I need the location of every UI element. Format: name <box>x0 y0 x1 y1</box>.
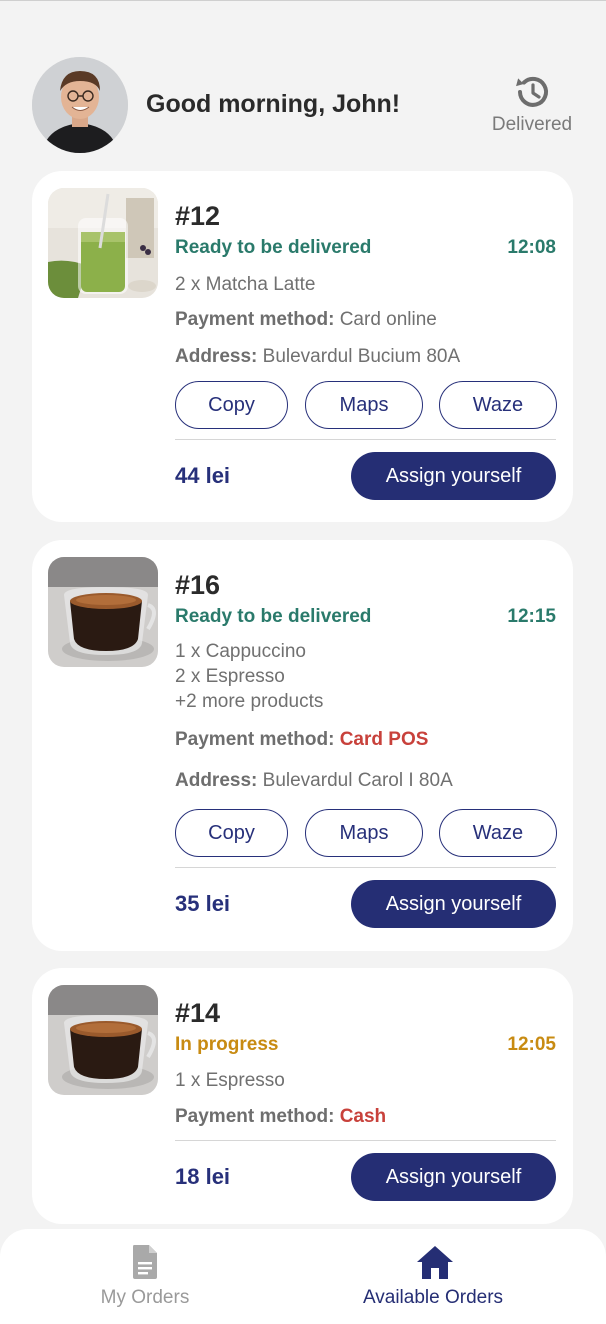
maps-button[interactable]: Maps <box>305 809 423 857</box>
greeting-text: Good morning, John! <box>146 90 401 118</box>
bottom-navigation: My Orders Available Orders <box>0 1229 606 1324</box>
divider <box>175 439 556 440</box>
payment-method: Payment method: Card online <box>175 309 437 331</box>
nav-my-orders-label: My Orders <box>100 1287 190 1308</box>
address: Address: Bulevardul Bucium 80A <box>175 346 460 368</box>
order-time: 12:15 <box>507 606 556 627</box>
nav-available-orders[interactable]: Available Orders <box>340 1229 526 1324</box>
home-icon <box>415 1243 453 1281</box>
order-price: 35 lei <box>175 891 231 916</box>
order-status: In progress <box>175 1034 279 1055</box>
document-icon <box>127 1243 163 1281</box>
payment-label: Payment method: <box>175 309 335 330</box>
address-value: Bulevardul Carol I 80A <box>262 770 453 791</box>
history-icon <box>512 72 552 112</box>
address-value: Bulevardul Bucium 80A <box>262 346 461 367</box>
address: Address: Bulevardul Carol I 80A <box>175 770 453 792</box>
payment-value: Card POS <box>339 729 429 750</box>
espresso-image <box>48 985 158 1095</box>
matcha-latte-image <box>48 188 158 298</box>
payment-value: Card online <box>339 309 437 330</box>
order-card[interactable]: #12 Ready to be delivered 12:08 2 x Matc… <box>32 171 573 522</box>
order-card[interactable]: #14 In progress 12:05 1 x Espresso Payme… <box>32 968 573 1224</box>
payment-method: Payment method: Card POS <box>175 729 428 751</box>
avatar[interactable] <box>32 57 128 153</box>
order-time: 12:05 <box>507 1034 556 1055</box>
order-item: 1 x Espresso <box>175 1070 285 1091</box>
order-id: #16 <box>175 570 221 600</box>
espresso-image <box>48 557 158 667</box>
divider <box>175 867 556 868</box>
order-status: Ready to be delivered <box>175 606 372 627</box>
order-status: Ready to be delivered <box>175 237 372 258</box>
order-items: 1 x Cappuccino 2 x Espresso +2 more prod… <box>175 639 323 714</box>
address-label: Address: <box>175 770 258 791</box>
assign-yourself-button[interactable]: Assign yourself <box>351 1153 556 1201</box>
copy-button[interactable]: Copy <box>175 809 288 857</box>
address-label: Address: <box>175 346 258 367</box>
nav-available-orders-label: Available Orders <box>362 1287 504 1308</box>
order-id: #14 <box>175 998 221 1028</box>
header: Good morning, John! Delivered <box>0 56 606 156</box>
payment-method: Payment method: Cash <box>175 1106 386 1128</box>
maps-button[interactable]: Maps <box>305 381 423 429</box>
order-item: 2 x Matcha Latte <box>175 274 316 295</box>
waze-button[interactable]: Waze <box>439 809 557 857</box>
order-price: 44 lei <box>175 463 231 488</box>
address-actions: Copy Maps Waze <box>175 381 557 429</box>
divider <box>175 1140 556 1141</box>
delivered-label: Delivered <box>491 114 573 135</box>
address-actions: Copy Maps Waze <box>175 809 557 857</box>
top-divider <box>0 0 606 1</box>
order-price: 18 lei <box>175 1164 231 1189</box>
copy-button[interactable]: Copy <box>175 381 288 429</box>
order-items: 1 x Espresso <box>175 1068 285 1093</box>
payment-label: Payment method: <box>175 729 335 750</box>
delivered-button[interactable]: Delivered <box>484 72 580 138</box>
nav-my-orders[interactable]: My Orders <box>70 1229 220 1324</box>
waze-button[interactable]: Waze <box>439 381 557 429</box>
assign-yourself-button[interactable]: Assign yourself <box>351 452 556 500</box>
order-item: 1 x Cappuccino <box>175 641 306 662</box>
order-item: 2 x Espresso <box>175 666 285 687</box>
order-time: 12:08 <box>507 237 556 258</box>
payment-label: Payment method: <box>175 1106 335 1127</box>
assign-yourself-button[interactable]: Assign yourself <box>351 880 556 928</box>
order-card[interactable]: #16 Ready to be delivered 12:15 1 x Capp… <box>32 540 573 951</box>
order-id: #12 <box>175 201 221 231</box>
order-item: +2 more products <box>175 691 324 712</box>
order-items: 2 x Matcha Latte <box>175 272 315 297</box>
payment-value: Cash <box>339 1106 387 1127</box>
